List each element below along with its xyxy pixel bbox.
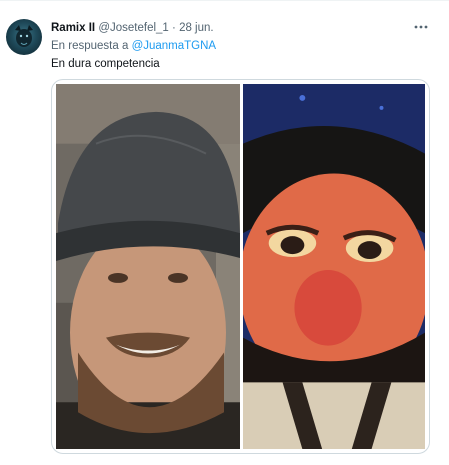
more-horizontal-icon[interactable]: [413, 19, 429, 35]
photo-left[interactable]: [56, 84, 240, 449]
tweet-card[interactable]: Ramix II @Josetefel_1 · 28 jun. En respu…: [0, 0, 449, 465]
reply-mention-link[interactable]: @JuanmaTGNA: [132, 40, 217, 52]
reply-context: En respuesta a @JuanmaTGNA: [51, 37, 216, 55]
author-name[interactable]: Ramix II: [51, 22, 95, 34]
author-handle[interactable]: @Josetefel_1: [98, 22, 169, 34]
man-with-flat-cap-image: [56, 84, 240, 449]
reply-prefix: En respuesta a: [51, 40, 129, 52]
media-grid[interactable]: [51, 79, 430, 454]
tweet-text: En dura competencia: [51, 58, 160, 70]
avatar-wolf-icon: [15, 25, 33, 47]
tweet-date[interactable]: 28 jun.: [179, 22, 214, 34]
tweet-header: Ramix II @Josetefel_1 · 28 jun.: [51, 19, 429, 37]
photo-right[interactable]: [243, 84, 425, 449]
puppet-character-image: [243, 84, 425, 449]
avatar[interactable]: [6, 19, 42, 55]
separator-dot: ·: [172, 22, 176, 34]
